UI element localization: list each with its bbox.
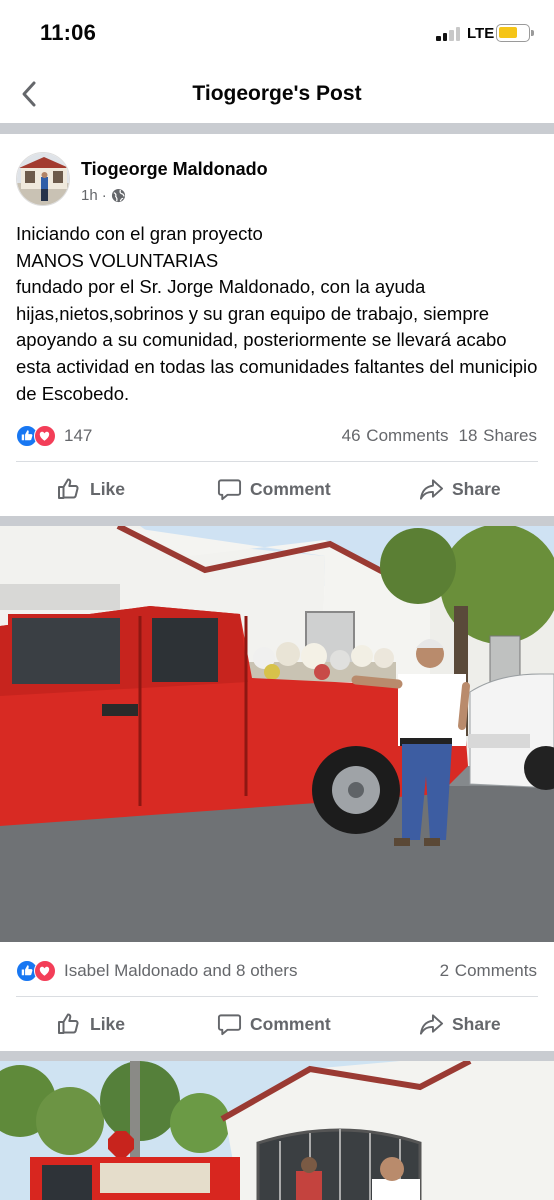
share-arrow-icon xyxy=(419,1013,444,1035)
like-label: Like xyxy=(90,478,126,499)
globe-icon xyxy=(111,188,125,203)
battery-icon xyxy=(496,24,534,42)
cellular-signal-icon xyxy=(436,26,464,41)
post-photo[interactable] xyxy=(0,1061,554,1200)
reactions-summary[interactable] xyxy=(16,425,60,447)
share-label: Share xyxy=(452,1013,501,1034)
status-bar: 11:06 LTE xyxy=(0,0,554,66)
share-button[interactable]: Share xyxy=(419,462,501,516)
post-text: Iniciando con el gran proyecto MANOS VOL… xyxy=(16,223,538,404)
avatar[interactable] xyxy=(16,152,70,206)
page-title: Tiogeorge's Post xyxy=(192,82,362,105)
comment-icon xyxy=(217,478,242,500)
thumbs-up-icon xyxy=(58,478,79,499)
photo-actions: Like Comment Share xyxy=(0,997,554,1051)
love-reaction-icon xyxy=(34,960,56,982)
divider xyxy=(0,516,554,526)
post-meta: 1h · xyxy=(81,187,126,204)
divider xyxy=(0,123,554,134)
comment-button[interactable]: Comment xyxy=(217,997,331,1051)
network-type: LTE xyxy=(467,25,495,42)
comment-label: Comment xyxy=(250,478,331,499)
love-reaction-icon xyxy=(34,425,56,447)
photo-reactions-row: Isabel Maldonado and 8 others 2 Comments xyxy=(0,958,554,986)
comment-label: Comment xyxy=(250,1013,331,1034)
navigation-bar: Tiogeorge's Post xyxy=(0,66,554,123)
post-author[interactable]: Tiogeorge Maldonado xyxy=(81,159,268,180)
thumbs-up-icon xyxy=(58,1013,79,1034)
comments-count[interactable]: 2 Comments xyxy=(440,961,537,981)
divider xyxy=(0,1051,554,1061)
share-label: Share xyxy=(452,478,501,499)
like-label: Like xyxy=(90,1013,126,1034)
post-photo[interactable] xyxy=(0,526,554,942)
reactions-count[interactable]: 147 xyxy=(64,426,92,446)
like-button[interactable]: Like xyxy=(56,462,125,516)
comment-button[interactable]: Comment xyxy=(217,462,331,516)
share-arrow-icon xyxy=(419,478,444,500)
like-button[interactable]: Like xyxy=(56,997,125,1051)
comments-count[interactable]: 46 Comments xyxy=(342,426,449,445)
post-time: 1h xyxy=(81,187,98,204)
clock: 11:06 xyxy=(40,20,97,45)
post-reactions-row: 147 46 Comments 18 Shares xyxy=(0,423,554,451)
reactions-summary[interactable] xyxy=(16,960,60,982)
post-actions: Like Comment Share xyxy=(0,462,554,516)
share-button[interactable]: Share xyxy=(419,997,501,1051)
comment-icon xyxy=(217,1013,242,1035)
reactions-names[interactable]: Isabel Maldonado and 8 others xyxy=(64,961,297,981)
shares-count[interactable]: 18 Shares xyxy=(459,426,538,445)
